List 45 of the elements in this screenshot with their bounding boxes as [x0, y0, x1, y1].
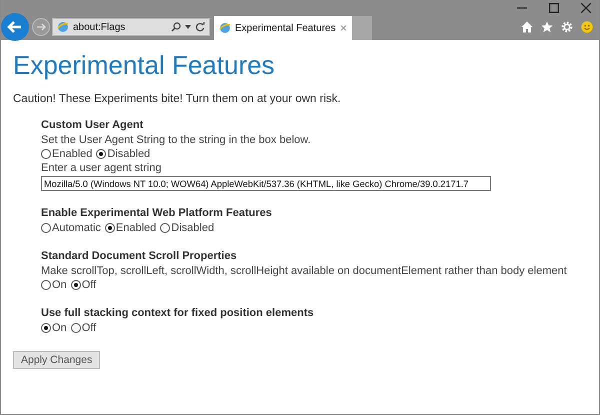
radio-button[interactable]	[70, 280, 81, 290]
user-agent-field[interactable]: Mozilla/5.0 (Windows NT 10.0; WOW64) AppleWebKit/537.36 (KHTML, like Gecko) Chrome/39.0.2171.7	[41, 176, 491, 191]
globe-icon	[219, 22, 231, 34]
settings-icon[interactable]	[561, 21, 573, 33]
globe-icon	[57, 21, 69, 33]
star-icon[interactable]	[541, 21, 553, 33]
page-title: Experimental Features	[13, 50, 276, 81]
radio-label[interactable]: Disabled	[171, 222, 214, 234]
tab-title: Experimental Features	[235, 22, 336, 34]
feature-title: Custom User Agent	[41, 119, 144, 131]
search-icon[interactable]	[171, 22, 181, 32]
maximize-icon[interactable]	[549, 3, 559, 13]
browser-tab[interactable]: Experimental Features ×	[214, 16, 352, 40]
radio-button[interactable]	[41, 149, 51, 159]
feature-title: Enable Experimental Web Platform Features	[41, 207, 273, 219]
radio-label[interactable]: Off	[82, 322, 96, 334]
radio-label[interactable]: On	[52, 279, 67, 291]
radio-button[interactable]	[41, 223, 51, 233]
smiley-icon[interactable]	[581, 21, 593, 33]
feature-title: Standard Document Scroll Properties	[41, 250, 238, 262]
feature-description: Make scrollTop, scrollLeft, scrollWidth, scrollHeight available on documentElement rather than body element	[41, 265, 568, 277]
address-text: about:Flags	[73, 22, 126, 32]
home-icon[interactable]	[521, 21, 533, 33]
caution-text: Caution! These Experiments bite! Turn them on at your own risk.	[13, 93, 342, 105]
address-bar[interactable]: about:Flags	[52, 18, 210, 36]
feature-title: Use full stacking context for fixed position elements	[41, 307, 315, 319]
radio-label[interactable]: Disabled	[107, 148, 150, 160]
dropdown-caret-icon[interactable]	[185, 25, 191, 29]
radio-button[interactable]	[104, 223, 115, 233]
radio-button[interactable]	[41, 323, 51, 333]
apply-changes-button[interactable]: Apply Changes	[13, 351, 100, 369]
radio-label[interactable]: Enabled	[52, 148, 92, 160]
radio-label[interactable]: Off	[82, 279, 96, 291]
tab-close-button[interactable]: ×	[340, 21, 347, 35]
radio-label[interactable]: On	[52, 322, 67, 334]
input-label: Enter a user agent string	[41, 162, 162, 174]
feature-description: Set the User Agent String to the string in the box below.	[41, 134, 312, 146]
radio-label[interactable]: Enabled	[116, 222, 156, 234]
radio-button[interactable]	[96, 149, 106, 159]
radio-button[interactable]	[70, 323, 81, 333]
close-icon[interactable]	[581, 3, 591, 13]
radio-label[interactable]: Automatic	[52, 222, 101, 234]
radio-button[interactable]	[160, 223, 170, 233]
refresh-icon[interactable]	[195, 22, 205, 32]
radio-button[interactable]	[41, 280, 51, 290]
